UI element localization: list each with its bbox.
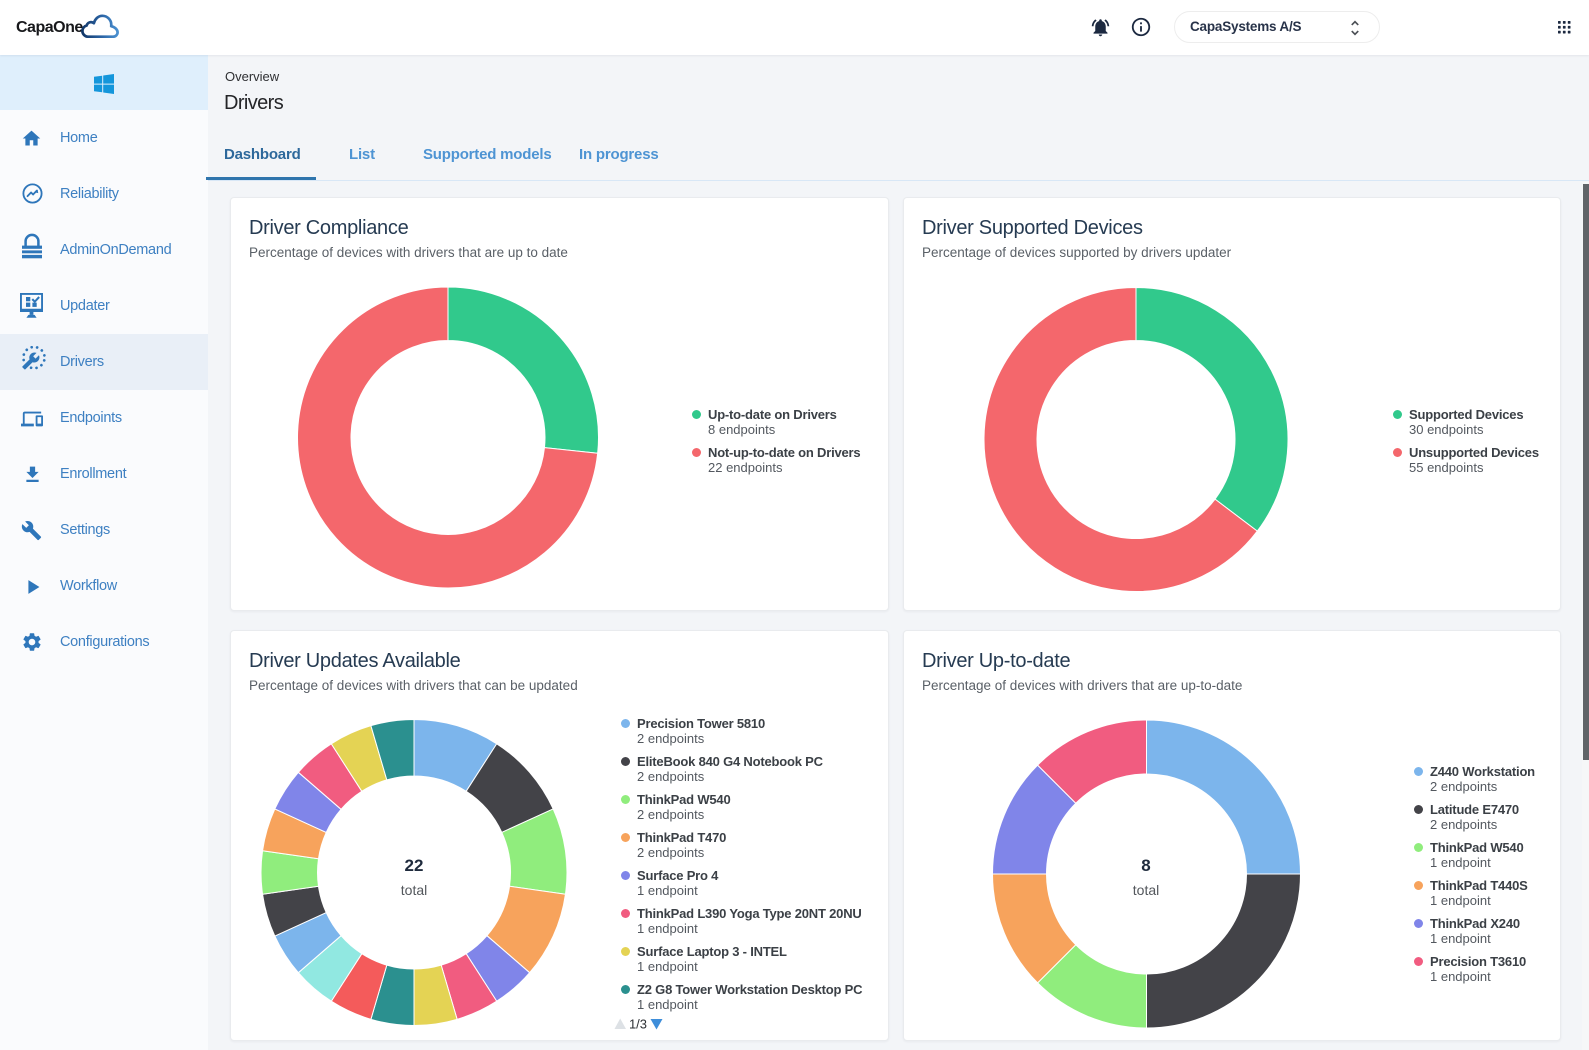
svg-text:1/3: 1/3 <box>629 1017 647 1031</box>
